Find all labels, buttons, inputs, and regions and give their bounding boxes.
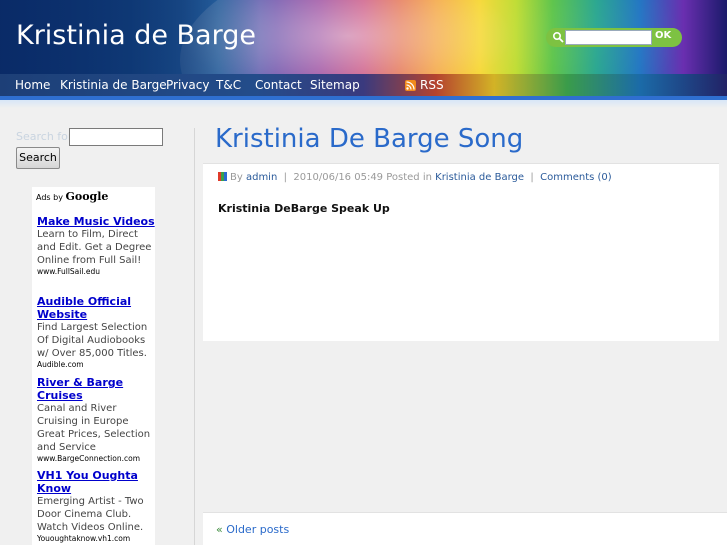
ad-title[interactable]: River & Barge Cruises — [37, 376, 155, 402]
post-author-link[interactable]: admin — [246, 172, 277, 183]
main-nav: Home Kristinia de Barge Privacy T&C Cont… — [0, 74, 727, 96]
sidebar-search-input[interactable] — [69, 128, 163, 146]
ad-url[interactable]: Audible.com — [37, 360, 155, 370]
nav-glow — [0, 100, 727, 108]
ad-item[interactable]: Make Music Videos Learn to Film, Direct … — [37, 215, 155, 277]
ads-by-label: Ads by — [36, 193, 63, 202]
post-comments-link[interactable]: Comments (0) — [540, 172, 612, 183]
meta-posted-in: Posted in — [386, 172, 432, 183]
ads-by-google[interactable]: Ads by Google — [36, 190, 108, 203]
sidebar-search-label: Search for: — [16, 130, 76, 143]
ad-title[interactable]: Make Music Videos — [37, 215, 155, 228]
header-search-input[interactable] — [565, 30, 652, 45]
post-body: Kristinia DeBarge Speak Up — [218, 202, 390, 215]
search-icon — [552, 31, 564, 43]
ads-brand: Google — [65, 190, 109, 203]
nav-item-sitemap[interactable]: Sitemap — [310, 78, 360, 92]
ad-item[interactable]: River & Barge Cruises Canal and River Cr… — [37, 376, 155, 464]
post-content-box — [203, 163, 719, 341]
rss-icon[interactable] — [405, 80, 416, 91]
ad-title[interactable]: VH1 You Oughta Know — [37, 469, 155, 495]
sidebar-search-button[interactable]: Search — [16, 147, 60, 169]
older-label[interactable]: Older posts — [226, 523, 289, 536]
category-grid-icon — [218, 172, 227, 181]
ad-url[interactable]: www.BargeConnection.com — [37, 454, 155, 464]
post-date: 2010/06/16 05:49 — [293, 172, 384, 183]
meta-by: By — [230, 172, 243, 183]
ad-description: Emerging Artist - Two Door Cinema Club. … — [37, 496, 144, 533]
post-meta: By admin | 2010/06/16 05:49 Posted in Kr… — [218, 172, 612, 183]
ad-description: Find Largest Selection Of Digital Audiob… — [37, 322, 148, 359]
ad-url[interactable]: www.FullSail.edu — [37, 267, 155, 277]
ad-item[interactable]: Audible Official Website Find Largest Se… — [37, 295, 155, 370]
older-posts-link[interactable]: « Older posts — [216, 523, 289, 536]
ad-title[interactable]: Audible Official Website — [37, 295, 155, 321]
nav-item-contact[interactable]: Contact — [255, 78, 302, 92]
ad-item[interactable]: VH1 You Oughta Know Emerging Artist - Tw… — [37, 469, 155, 544]
nav-item-kristinia-de-barge[interactable]: Kristinia de Barge — [60, 78, 167, 92]
nav-item-tc[interactable]: T&C — [216, 78, 241, 92]
nav-item-privacy[interactable]: Privacy — [166, 78, 209, 92]
nav-item-home[interactable]: Home — [15, 78, 50, 92]
post-category-link[interactable]: Kristinia de Barge — [435, 172, 524, 183]
ad-description: Canal and River Cruising in Europe Great… — [37, 403, 151, 453]
ad-url[interactable]: Yououghtaknow.vh1.com — [37, 534, 155, 544]
header-search-ok-button[interactable]: OK — [655, 30, 671, 41]
post-title[interactable]: Kristinia De Barge Song — [215, 124, 523, 154]
older-arrow: « — [216, 523, 223, 536]
site-title[interactable]: Kristinia de Barge — [16, 20, 256, 51]
nav-item-rss[interactable]: RSS — [420, 78, 444, 92]
ad-description: Learn to Film, Direct and Edit. Get a De… — [37, 229, 152, 266]
